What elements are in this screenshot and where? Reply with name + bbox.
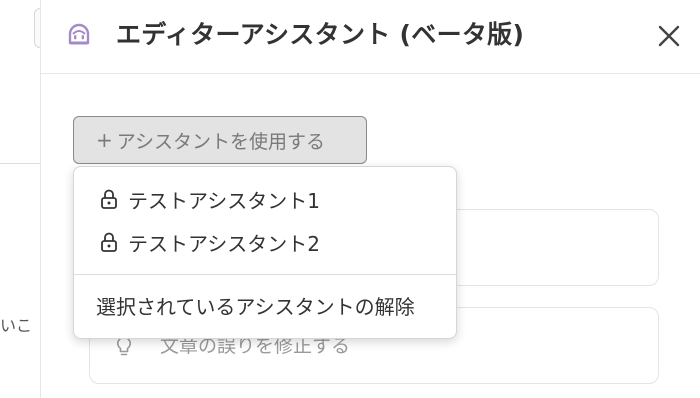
menu-item-clear-selection[interactable]: 選択されているアシスタントの解除 — [74, 285, 456, 325]
assistant-dropdown-menu: テストアシスタント1 テストアシスタント2 選択されているアシスタントの解除 — [73, 166, 457, 339]
menu-item-label: 選択されているアシスタントの解除 — [96, 294, 415, 319]
background-text: いこ — [0, 316, 33, 335]
menu-divider — [74, 274, 456, 275]
menu-item-label: テストアシスタント1 — [128, 188, 320, 213]
use-assistant-label: アシスタントを使用する — [116, 130, 326, 153]
menu-item-test-assistant-1[interactable]: テストアシスタント1 — [74, 179, 456, 219]
menu-item-label: テストアシスタント2 — [128, 231, 320, 256]
editor-assistant-panel: エディターアシスタント (ベータ版) 文章の誤りを修正する + アシスタントを使… — [40, 0, 700, 398]
plus-icon: + — [96, 128, 113, 152]
use-assistant-button[interactable]: + アシスタントを使用する — [73, 116, 367, 164]
assistant-icon — [68, 23, 90, 45]
app-window: いこ エディターアシスタント (ベータ版) 文章の誤りを修正する + アシスタン… — [0, 0, 700, 398]
close-icon[interactable] — [656, 23, 682, 49]
panel-header: エディターアシスタント (ベータ版) — [41, 0, 700, 74]
menu-item-test-assistant-2[interactable]: テストアシスタント2 — [74, 222, 456, 262]
lock-icon — [101, 189, 117, 209]
background-page: いこ — [0, 0, 46, 398]
background-divider — [0, 163, 40, 164]
panel-title: エディターアシスタント (ベータ版) — [116, 20, 525, 49]
lightbulb-icon — [117, 336, 131, 356]
lock-icon — [101, 232, 117, 252]
